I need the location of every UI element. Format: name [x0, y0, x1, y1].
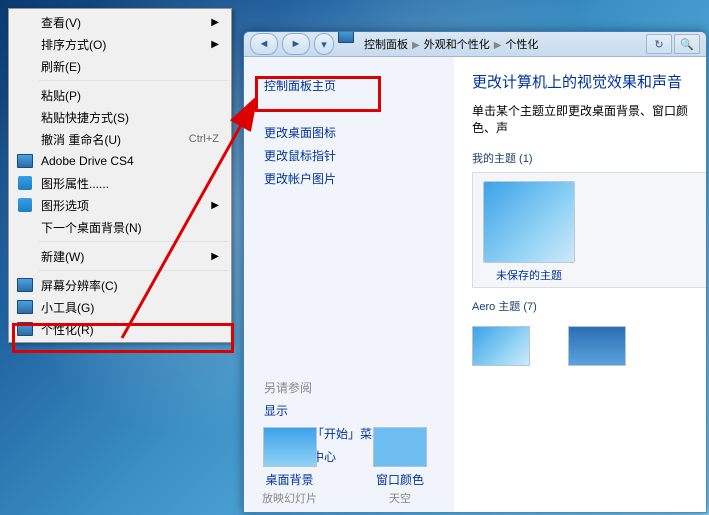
history-dropdown[interactable]: ▾: [314, 33, 334, 55]
back-button[interactable]: ◄: [250, 33, 278, 55]
ctx-graphics-options[interactable]: 图形选项▶: [11, 194, 229, 216]
control-panel-window: ◄ ► ▾ 控制面板▶外观和个性化▶个性化 ↻ 🔍 控制面板主页 更改桌面图标 …: [243, 31, 707, 513]
ctx-separator: [39, 270, 228, 271]
desktop-context-menu: 查看(V)▶ 排序方式(O)▶ 刷新(E) 粘贴(P) 粘贴快捷方式(S) 撤消…: [8, 8, 232, 343]
graphics-icon: [17, 197, 33, 213]
content-area: 更改计算机上的视觉效果和声音 单击某个主题立即更改桌面背景、窗口颜色、声 我的主…: [454, 57, 706, 512]
theme-caption: 未保存的主题: [481, 267, 577, 283]
forward-button[interactable]: ►: [282, 33, 310, 55]
refresh-button[interactable]: ↻: [646, 34, 672, 54]
ctx-separator: [39, 241, 228, 242]
shortcut-label: Ctrl+Z: [189, 133, 219, 145]
ctx-next-background[interactable]: 下一个桌面背景(N): [11, 216, 229, 238]
titlebar: ◄ ► ▾ 控制面板▶外观和个性化▶个性化 ↻ 🔍: [244, 32, 706, 57]
ctx-refresh[interactable]: 刷新(E): [11, 55, 229, 77]
search-button[interactable]: 🔍: [674, 34, 700, 54]
theme-unsaved[interactable]: 未保存的主题: [481, 181, 577, 283]
ctx-gadgets[interactable]: 小工具(G): [11, 296, 229, 318]
ctx-graphics-props[interactable]: 图形属性......: [11, 172, 229, 194]
ctx-view[interactable]: 查看(V)▶: [11, 11, 229, 33]
ctx-separator: [39, 80, 228, 81]
theme-thumbnail: [483, 181, 575, 263]
ctx-undo-rename[interactable]: 撤消 重命名(U)Ctrl+Z: [11, 128, 229, 150]
chevron-right-icon: ▶: [211, 200, 219, 211]
side-link-display[interactable]: 显示: [264, 402, 454, 419]
group-aero-themes: Aero 主题 (7): [472, 298, 706, 314]
ctx-personalize[interactable]: 个性化(R): [11, 318, 229, 340]
ctx-paste[interactable]: 粘贴(P): [11, 84, 229, 106]
window-body: 控制面板主页 更改桌面图标 更改鼠标指针 更改帐户图片 另请参阅 显示 任务栏和…: [244, 57, 706, 512]
ctx-adobe-drive[interactable]: Adobe Drive CS4: [11, 150, 229, 172]
graphics-icon: [17, 175, 33, 191]
monitor-icon: [17, 277, 33, 293]
ctx-sort[interactable]: 排序方式(O)▶: [11, 33, 229, 55]
personalization-icon: [338, 31, 354, 44]
monitor-icon: [17, 321, 33, 337]
aero-themes-strip: [472, 326, 706, 366]
chevron-right-icon: ▶: [211, 251, 219, 262]
see-also-header: 另请参阅: [264, 379, 454, 396]
side-link-desktop-icons[interactable]: 更改桌面图标: [264, 124, 454, 141]
side-main-link[interactable]: 控制面板主页: [264, 77, 454, 94]
aero-theme-thumb[interactable]: [472, 326, 530, 366]
gadget-icon: [17, 299, 33, 315]
breadcrumb[interactable]: 控制面板▶外观和个性化▶个性化: [364, 36, 538, 52]
ctx-new[interactable]: 新建(W)▶: [11, 245, 229, 267]
chevron-right-icon: ▶: [211, 39, 219, 50]
my-themes-box: 未保存的主题: [472, 172, 706, 288]
aero-theme-thumb[interactable]: [568, 326, 626, 366]
ctx-screen-resolution[interactable]: 屏幕分辨率(C): [11, 274, 229, 296]
chevron-right-icon: ▶: [211, 17, 219, 28]
ctx-paste-shortcut[interactable]: 粘贴快捷方式(S): [11, 106, 229, 128]
page-description: 单击某个主题立即更改桌面背景、窗口颜色、声: [472, 102, 706, 136]
side-link-account-picture[interactable]: 更改帐户图片: [264, 170, 454, 187]
adobe-icon: [17, 153, 33, 169]
page-title: 更改计算机上的视觉效果和声音: [472, 71, 706, 92]
side-link-mouse-pointers[interactable]: 更改鼠标指针: [264, 147, 454, 164]
group-my-themes: 我的主题 (1): [472, 150, 706, 166]
